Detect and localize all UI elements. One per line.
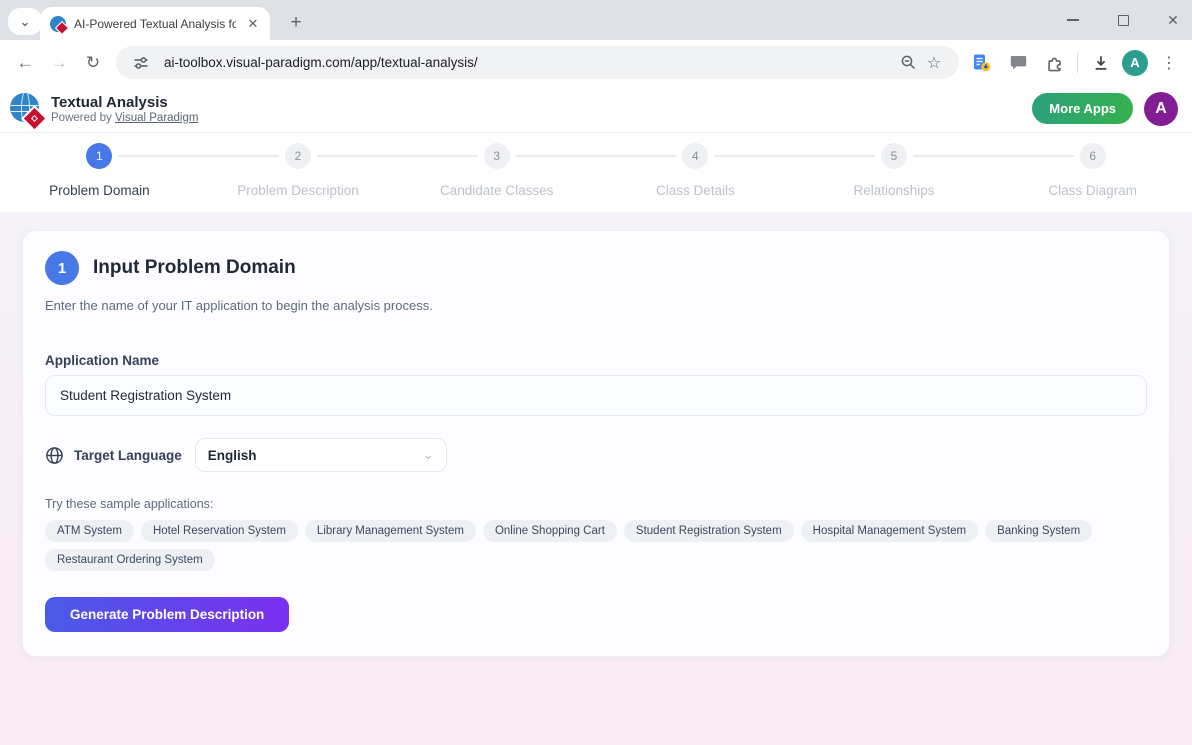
selected-language: English bbox=[208, 448, 257, 463]
step-label: Problem Description bbox=[237, 183, 359, 198]
browser-tab[interactable]: AI-Powered Textual Analysis for ✕ bbox=[40, 7, 270, 40]
sample-chip[interactable]: Student Registration System bbox=[624, 520, 794, 542]
app-title-block: Textual Analysis Powered by Visual Parad… bbox=[51, 94, 198, 124]
comment-icon[interactable] bbox=[1003, 48, 1033, 78]
browser-titlebar: ⌄ AI-Powered Textual Analysis for ✕ + ✕ bbox=[0, 0, 1192, 40]
toolbar-actions: A ⋮ bbox=[967, 48, 1184, 78]
reading-mode-icon[interactable] bbox=[967, 48, 997, 78]
site-settings-icon[interactable] bbox=[128, 50, 154, 76]
new-tab-button[interactable]: + bbox=[282, 9, 310, 37]
minimize-button[interactable] bbox=[1064, 11, 1082, 29]
close-window-button[interactable]: ✕ bbox=[1164, 11, 1182, 29]
sample-chips: ATM System Hotel Reservation System Libr… bbox=[45, 520, 1147, 571]
extensions-icon[interactable] bbox=[1039, 48, 1069, 78]
toolbar-divider bbox=[1077, 53, 1078, 73]
application-name-input[interactable] bbox=[45, 375, 1147, 416]
step-label: Class Details bbox=[656, 183, 735, 198]
visual-paradigm-logo bbox=[10, 93, 42, 125]
url-text[interactable]: ai-toolbox.visual-paradigm.com/app/textu… bbox=[164, 55, 895, 70]
step-label: Relationships bbox=[854, 183, 935, 198]
stepper-step[interactable]: 1 Problem Domain bbox=[0, 143, 199, 198]
globe-icon bbox=[45, 446, 64, 465]
sample-chip[interactable]: Banking System bbox=[985, 520, 1092, 542]
stepper: 1 Problem Domain 2 Problem Description 3… bbox=[0, 133, 1192, 212]
generate-problem-description-button[interactable]: Generate Problem Description bbox=[45, 597, 289, 632]
visual-paradigm-link[interactable]: Visual Paradigm bbox=[115, 112, 199, 124]
step-label: Problem Domain bbox=[49, 183, 150, 198]
app-title: Textual Analysis bbox=[51, 94, 198, 112]
stepper-step[interactable]: 6 Class Diagram bbox=[993, 143, 1192, 198]
zoom-icon[interactable] bbox=[895, 50, 921, 76]
tab-title: AI-Powered Textual Analysis for bbox=[74, 17, 236, 31]
maximize-button[interactable] bbox=[1114, 11, 1132, 29]
app-header: Textual Analysis Powered by Visual Parad… bbox=[0, 85, 1192, 133]
target-language-select[interactable]: English ⌄ bbox=[195, 438, 447, 472]
stepper-step[interactable]: 3 Candidate Classes bbox=[397, 143, 596, 198]
back-button[interactable]: ← bbox=[8, 46, 42, 80]
close-icon: ✕ bbox=[1167, 12, 1179, 29]
downloads-icon[interactable] bbox=[1086, 48, 1116, 78]
more-apps-button[interactable]: More Apps bbox=[1032, 93, 1133, 124]
sample-chip[interactable]: ATM System bbox=[45, 520, 134, 542]
page-body: 1 Input Problem Domain Enter the name of… bbox=[0, 212, 1192, 745]
sample-chip[interactable]: Online Shopping Cart bbox=[483, 520, 617, 542]
sample-chip[interactable]: Hotel Reservation System bbox=[141, 520, 298, 542]
step-number: 3 bbox=[484, 143, 510, 169]
step-label: Candidate Classes bbox=[440, 183, 553, 198]
sample-chip[interactable]: Hospital Management System bbox=[801, 520, 978, 542]
browser-profile-avatar[interactable]: A bbox=[1122, 50, 1148, 76]
stepper-step[interactable]: 5 Relationships bbox=[795, 143, 994, 198]
card-title: Input Problem Domain bbox=[93, 257, 296, 279]
card-subtitle: Enter the name of your IT application to… bbox=[45, 298, 1147, 313]
step-number: 2 bbox=[285, 143, 311, 169]
forward-button[interactable]: → bbox=[42, 46, 76, 80]
tab-close-icon[interactable]: ✕ bbox=[244, 15, 262, 33]
sample-chip[interactable]: Library Management System bbox=[305, 520, 476, 542]
address-bar[interactable]: ai-toolbox.visual-paradigm.com/app/textu… bbox=[116, 46, 959, 79]
stepper-step[interactable]: 4 Class Details bbox=[596, 143, 795, 198]
tab-favicon bbox=[50, 16, 66, 32]
tab-search-button[interactable]: ⌄ bbox=[8, 8, 42, 35]
browser-menu-icon[interactable]: ⋮ bbox=[1154, 48, 1184, 78]
browser-toolbar: ← → ↻ ai-toolbox.visual-paradigm.com/app… bbox=[0, 40, 1192, 85]
chevron-down-icon: ⌄ bbox=[423, 447, 434, 463]
step-label: Class Diagram bbox=[1048, 183, 1137, 198]
bookmark-star-icon[interactable]: ☆ bbox=[921, 50, 947, 76]
target-language-label: Target Language bbox=[74, 448, 182, 463]
application-name-label: Application Name bbox=[45, 353, 1147, 368]
maximize-icon bbox=[1118, 15, 1129, 26]
stepper-step[interactable]: 2 Problem Description bbox=[199, 143, 398, 198]
samples-label: Try these sample applications: bbox=[45, 497, 1147, 511]
reload-button[interactable]: ↻ bbox=[76, 46, 110, 80]
user-avatar[interactable]: A bbox=[1144, 92, 1178, 126]
step-number: 5 bbox=[881, 143, 907, 169]
problem-domain-card: 1 Input Problem Domain Enter the name of… bbox=[22, 230, 1170, 657]
minimize-icon bbox=[1067, 19, 1079, 21]
card-step-badge: 1 bbox=[45, 251, 79, 285]
step-number: 1 bbox=[86, 143, 112, 169]
powered-by: Powered by Visual Paradigm bbox=[51, 112, 198, 124]
step-number: 4 bbox=[682, 143, 708, 169]
step-number: 6 bbox=[1080, 143, 1106, 169]
chevron-down-icon: ⌄ bbox=[20, 14, 31, 30]
sample-chip[interactable]: Restaurant Ordering System bbox=[45, 549, 215, 571]
window-controls: ✕ bbox=[1064, 0, 1182, 40]
